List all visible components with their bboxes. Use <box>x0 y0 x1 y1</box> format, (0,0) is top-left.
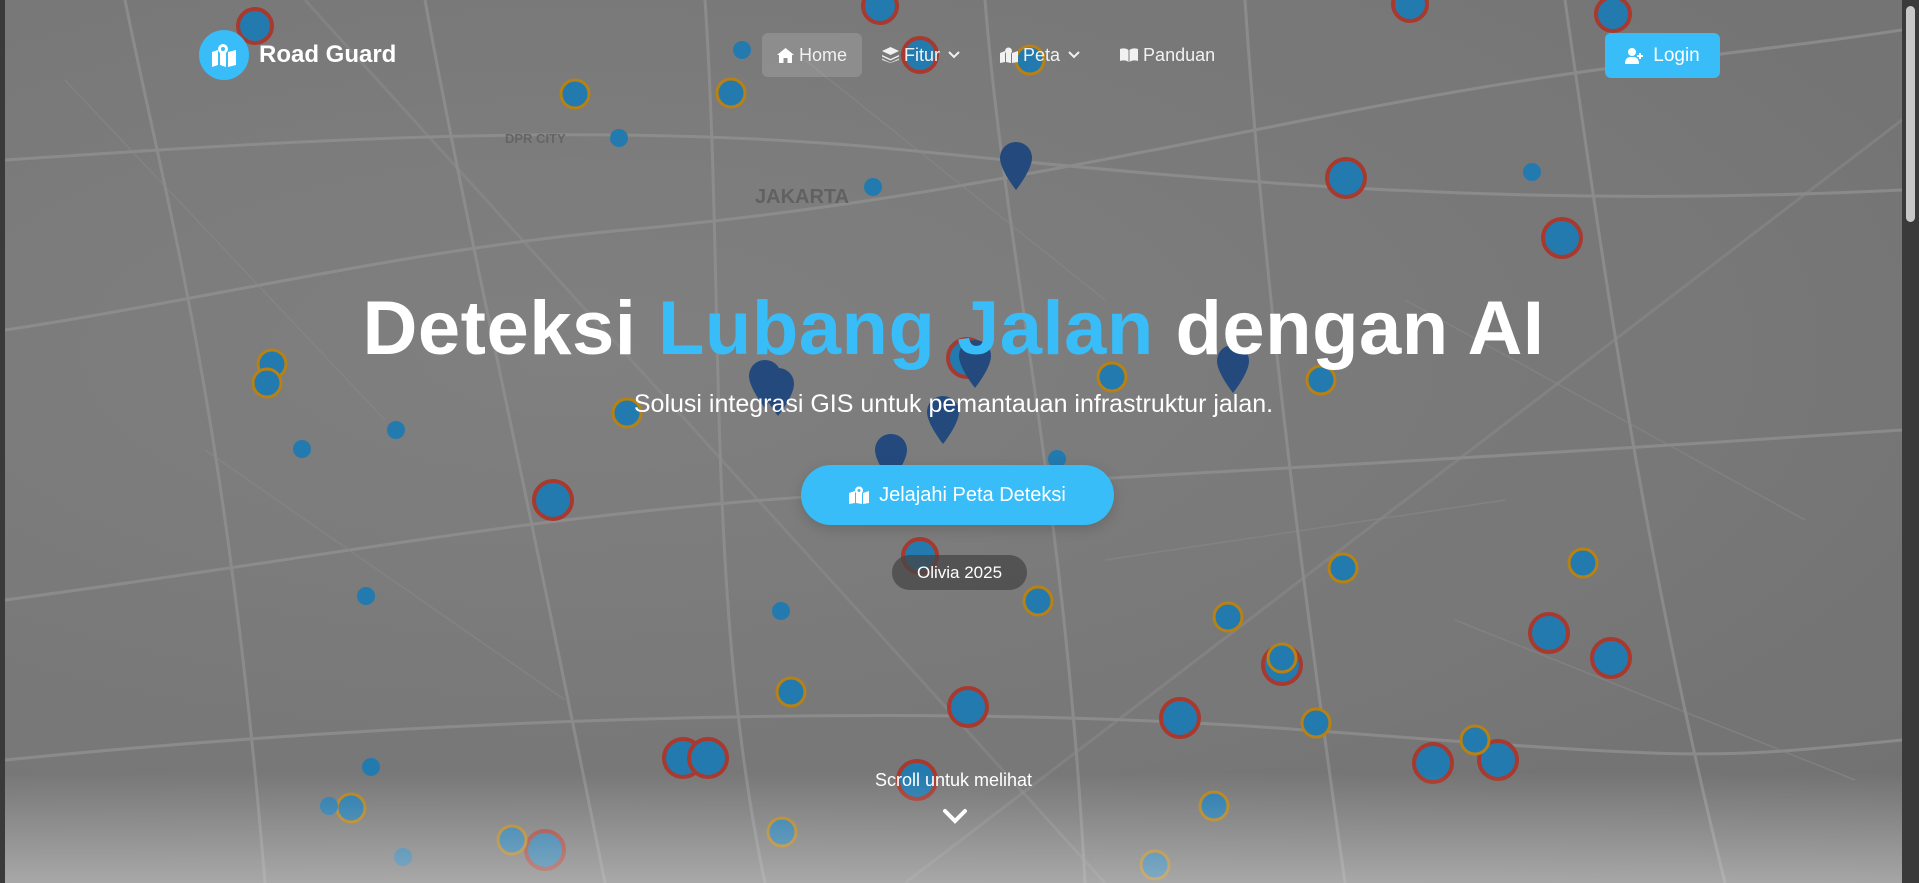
main-nav: Home Fitur Peta Panduan <box>762 33 1235 77</box>
user-plus-icon <box>1625 47 1644 64</box>
hero-subtitle: Solusi integrasi GIS untuk pemantauan in… <box>633 390 1274 418</box>
chevron-down-icon[interactable] <box>942 808 968 826</box>
brand-name: Road Guard <box>259 41 397 68</box>
hero-title: Deteksi Lubang Jalan dengan AI <box>5 285 1902 372</box>
nav-panduan-label: Panduan <box>1143 44 1216 65</box>
nav-fitur-label: Fitur <box>904 44 941 65</box>
book-icon <box>1120 48 1139 62</box>
layers-icon <box>882 47 900 63</box>
login-button[interactable]: Login <box>1605 33 1720 78</box>
dark-overlay <box>5 0 1902 883</box>
map-location-icon <box>199 30 249 80</box>
nav-panduan[interactable]: Panduan <box>1105 33 1230 77</box>
nav-fitur[interactable]: Fitur <box>867 33 980 77</box>
hero-title-part1: Deteksi <box>362 286 658 371</box>
scrollbar-thumb[interactable] <box>1906 6 1915 222</box>
nav-home-label: Home <box>799 44 848 65</box>
hero-title-accent: Lubang Jalan <box>658 286 1154 371</box>
hero-section: DPR CITY JAKARTA Road Guard Home Fitur P… <box>5 0 1902 883</box>
nav-peta[interactable]: Peta <box>985 33 1100 77</box>
home-icon <box>777 47 794 63</box>
chevron-down-icon <box>1068 51 1080 59</box>
author-badge: Olivia 2025 <box>892 555 1027 590</box>
login-label: Login <box>1653 44 1700 66</box>
nav-peta-label: Peta <box>1023 44 1061 65</box>
brand[interactable]: Road Guard <box>199 30 396 80</box>
chevron-down-icon <box>948 51 960 59</box>
scroll-hint: Scroll untuk melihat <box>874 770 1033 790</box>
nav-home[interactable]: Home <box>762 33 863 77</box>
explore-map-label: Jelajahi Peta Deteksi <box>879 483 1066 506</box>
hero-title-part2: dengan AI <box>1153 286 1545 371</box>
map-location-icon <box>849 486 870 504</box>
map-location-icon <box>1000 47 1019 63</box>
explore-map-button[interactable]: Jelajahi Peta Deteksi <box>801 465 1114 525</box>
